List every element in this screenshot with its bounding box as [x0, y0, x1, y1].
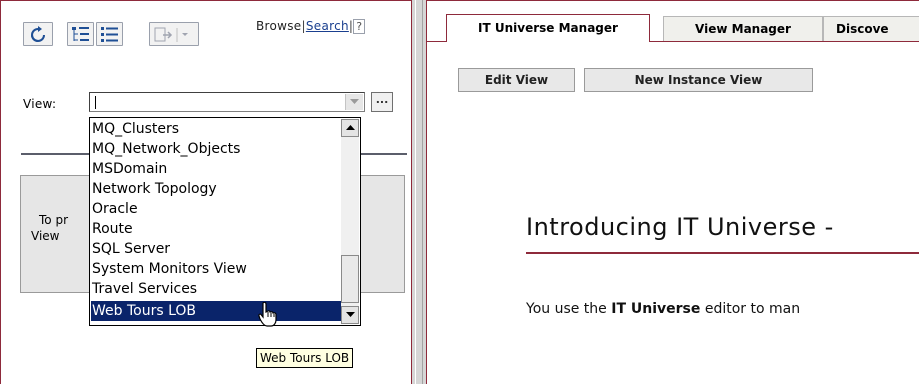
browse-link[interactable]: Browse — [256, 19, 302, 33]
dropdown-item[interactable]: MQ_Clusters — [91, 119, 341, 139]
right-panel: IT Universe Manager View Manager Discove… — [426, 0, 919, 384]
header-links: Browse|Search|? — [256, 19, 366, 34]
new-instance-view-button[interactable]: New Instance View — [584, 68, 813, 92]
scroll-up-button[interactable] — [341, 119, 359, 137]
info-text: View — [31, 229, 60, 243]
scroll-down-button[interactable] — [341, 306, 359, 324]
view-combo-box[interactable] — [89, 92, 365, 112]
info-text: To pr — [39, 213, 68, 227]
list-view-button[interactable] — [96, 22, 123, 46]
dropdown-item[interactable]: System Monitors View — [91, 259, 341, 279]
help-link[interactable]: ? — [353, 19, 366, 34]
dropdown-item[interactable]: Travel Services — [91, 279, 341, 299]
tab-it-universe-manager[interactable]: IT Universe Manager — [446, 14, 650, 42]
search-link[interactable]: Search — [306, 19, 349, 33]
intro-text-prefix: You use the — [526, 301, 612, 317]
list-view-icon — [101, 27, 118, 42]
dropdown-item[interactable]: Network Topology — [91, 179, 341, 199]
arrow-up-icon — [346, 125, 355, 130]
splitter-shadow — [422, 0, 423, 384]
dropdown-item[interactable]: MSDomain — [91, 159, 341, 179]
combo-dropdown-arrow[interactable] — [345, 94, 363, 110]
heading-underline — [526, 252, 919, 254]
action-menu-icon — [154, 27, 188, 42]
tree-view-button[interactable] — [67, 22, 94, 46]
hand-pointer-icon — [258, 302, 277, 327]
view-dropdown-list[interactable]: MQ_Clusters MQ_Network_Objects MSDomain … — [89, 117, 361, 326]
dropdown-scrollbar[interactable] — [341, 119, 359, 324]
arrow-down-icon — [346, 312, 355, 317]
splitter-highlight — [415, 0, 416, 384]
dropdown-item-selected[interactable]: Web Tours LOB — [91, 301, 341, 321]
refresh-icon — [31, 26, 45, 42]
tab-discovery[interactable]: Discove — [823, 16, 919, 41]
dropdown-item[interactable]: Oracle — [91, 199, 341, 219]
view-label: View: — [23, 97, 57, 111]
edit-view-button[interactable]: Edit View — [458, 68, 575, 92]
dropdown-item[interactable]: MQ_Network_Objects — [91, 139, 341, 159]
intro-heading: Introducing IT Universe - — [526, 213, 834, 241]
browse-views-button[interactable]: ... — [371, 92, 393, 112]
dropdown-item[interactable]: SQL Server — [91, 239, 341, 259]
refresh-button[interactable] — [23, 22, 53, 46]
text-caret — [95, 96, 96, 109]
dropdown-item[interactable]: Route — [91, 219, 341, 239]
action-menu-button[interactable] — [149, 22, 199, 46]
scrollbar-thumb[interactable] — [341, 255, 359, 303]
intro-text-bold: IT Universe — [611, 301, 701, 317]
intro-text: You use the IT Universe editor to man — [526, 301, 800, 317]
left-panel: Browse|Search|? View: ... To pr View MQ_… — [0, 0, 412, 384]
intro-text-suffix: editor to man — [700, 301, 801, 317]
tooltip: Web Tours LOB — [256, 348, 354, 368]
tab-view-manager[interactable]: View Manager — [663, 16, 823, 41]
pane-splitter[interactable] — [412, 0, 426, 384]
chevron-down-icon — [350, 99, 359, 104]
tree-view-icon — [72, 27, 89, 41]
